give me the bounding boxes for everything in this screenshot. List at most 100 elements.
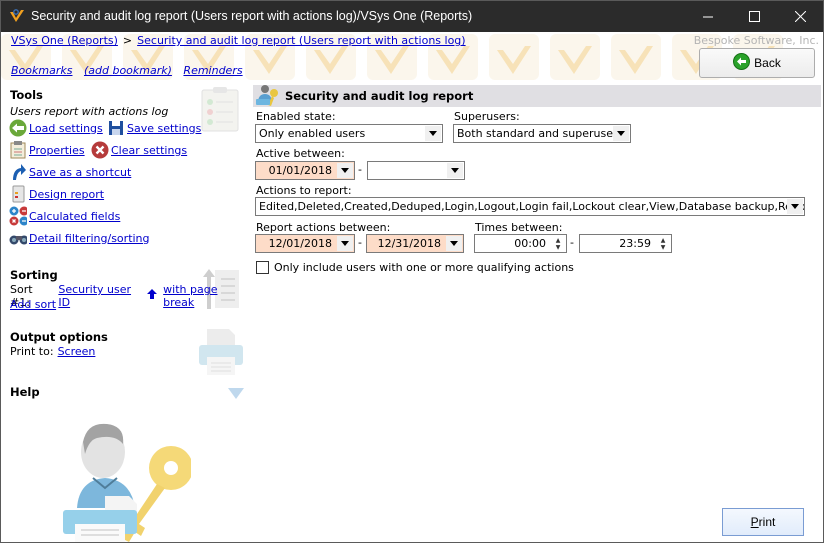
security-report-illustration-icon — [61, 418, 193, 546]
report-from-value: 12/01/2018 — [268, 237, 332, 250]
active-from-value: 01/01/2018 — [268, 164, 332, 177]
clipboard-checklist-icon — [201, 86, 239, 135]
report-from-date-picker[interactable]: 12/01/2018 — [255, 234, 355, 253]
design-report-link[interactable]: Design report — [29, 188, 104, 201]
maximize-button[interactable] — [731, 1, 777, 32]
actions-value: Edited,Deleted,Created,Deduped,Login,Log… — [259, 200, 805, 213]
watermark-logo-icon — [611, 34, 661, 80]
time-to-spinner[interactable]: 23:59 ▲ ▼ — [579, 234, 672, 253]
report-to-date-picker[interactable]: 12/31/2018 — [366, 234, 464, 253]
clear-settings-link[interactable]: Clear settings — [111, 144, 187, 157]
save-shortcut-tool[interactable]: Save as a shortcut — [9, 163, 131, 181]
active-to-date-picker[interactable] — [367, 161, 465, 180]
time-from-spinner[interactable]: 00:00 ▲ ▼ — [474, 234, 567, 253]
clear-settings-tool[interactable]: Clear settings — [91, 141, 187, 159]
print-button-label: Print — [750, 515, 776, 529]
calculated-fields-tool[interactable]: Calculated fields — [9, 206, 120, 226]
breadcrumb: VSys One (Reports) > Security and audit lo… — [11, 34, 466, 47]
chevron-down-icon[interactable] — [337, 236, 353, 251]
floppy-disk-icon — [107, 119, 125, 137]
sort-field-link[interactable]: Security user ID — [58, 283, 143, 309]
print-button[interactable]: Print — [722, 508, 804, 536]
binoculars-icon — [9, 229, 27, 247]
minimize-button[interactable] — [685, 1, 731, 32]
help-heading: Help — [10, 385, 40, 399]
enabled-state-dropdown[interactable]: Only enabled users — [255, 124, 443, 143]
add-bookmark-link[interactable]: (add bookmark) — [84, 64, 172, 77]
watermark-logo-icon — [550, 34, 600, 80]
add-sort-link[interactable]: Add sort — [10, 298, 56, 311]
print-to-row: Print to: Screen — [10, 345, 95, 358]
load-settings-tool[interactable]: Load settings — [9, 119, 103, 137]
section-header: Security and audit log report — [253, 85, 821, 107]
bookmark-links: Bookmarks (add bookmark) Reminders — [11, 64, 251, 77]
actions-label: Actions to report: — [256, 184, 352, 197]
close-button[interactable] — [777, 1, 823, 32]
actions-dropdown[interactable]: Edited,Deleted,Created,Deduped,Login,Log… — [255, 197, 805, 216]
sort-ascending-icon[interactable] — [147, 289, 158, 303]
save-settings-link[interactable]: Save settings — [127, 122, 201, 135]
spin-updown-icon[interactable]: ▲ ▼ — [656, 236, 670, 251]
enabled-state-value: Only enabled users — [259, 127, 366, 140]
calculated-fields-link[interactable]: Calculated fields — [29, 210, 120, 223]
print-to-screen-link[interactable]: Screen — [58, 345, 96, 358]
back-button[interactable]: Back — [699, 48, 815, 78]
time-range-separator: - — [570, 236, 574, 249]
load-settings-link[interactable]: Load settings — [29, 122, 103, 135]
tools-subtitle: Users report with actions log — [10, 105, 169, 118]
output-options-heading: Output options — [10, 330, 108, 344]
tools-heading: Tools — [10, 88, 43, 102]
spin-updown-icon[interactable]: ▲ ▼ — [551, 236, 565, 251]
properties-tool[interactable]: Properties — [9, 141, 85, 159]
printer-icon — [197, 327, 245, 380]
only-qualifying-checkbox[interactable]: Only include users with one or more qual… — [256, 261, 574, 274]
reminders-link[interactable]: Reminders — [183, 64, 242, 77]
active-between-label: Active between: — [256, 147, 345, 160]
chevron-down-icon[interactable] — [425, 126, 441, 141]
superusers-dropdown[interactable]: Both standard and superusers — [453, 124, 631, 143]
shortcut-arrow-icon — [9, 163, 27, 181]
properties-link[interactable]: Properties — [29, 144, 85, 157]
only-qualifying-label: Only include users with one or more qual… — [274, 261, 574, 274]
section-title: Security and audit log report — [285, 89, 474, 103]
help-expand-chevron-icon[interactable] — [228, 388, 244, 402]
save-settings-tool[interactable]: Save settings — [107, 119, 201, 137]
chevron-down-icon[interactable] — [446, 236, 462, 251]
title-bar: Security and audit log report (Users rep… — [1, 1, 823, 32]
chevron-down-icon[interactable] — [337, 163, 353, 178]
active-range-separator: - — [358, 163, 362, 176]
design-report-tool[interactable]: Design report — [9, 185, 104, 203]
time-from-value: 00:00 — [514, 237, 546, 250]
chevron-down-icon[interactable] — [447, 163, 463, 178]
design-report-icon — [9, 185, 27, 203]
time-to-value: 23:59 — [619, 237, 651, 250]
properties-clipboard-icon — [9, 141, 27, 159]
page-break-link[interactable]: with page break — [163, 283, 249, 309]
breadcrumb-item-current[interactable]: Security and audit log report (Users rep… — [137, 34, 465, 47]
chevron-down-icon[interactable] — [787, 199, 803, 214]
add-sort-row: Add sort — [10, 298, 56, 311]
checkbox-box[interactable] — [256, 261, 269, 274]
app-window: Security and audit log report (Users rep… — [0, 0, 824, 543]
superusers-label: Superusers: — [454, 110, 520, 123]
enabled-state-label: Enabled state: — [256, 110, 336, 123]
bookmarks-link[interactable]: Bookmarks — [11, 64, 72, 77]
times-between-label: Times between: — [475, 221, 563, 234]
save-shortcut-link[interactable]: Save as a shortcut — [29, 166, 131, 179]
breadcrumb-item-home[interactable]: VSys One (Reports) — [11, 34, 118, 47]
print-to-label: Print to: — [10, 345, 54, 358]
load-arrow-icon — [9, 119, 27, 137]
report-range-separator: - — [358, 236, 362, 249]
breadcrumb-separator: > — [122, 34, 133, 47]
calculator-icon — [9, 206, 27, 226]
chevron-down-icon[interactable] — [613, 126, 629, 141]
detail-filtering-link[interactable]: Detail filtering/sorting — [29, 232, 150, 245]
company-name: Bespoke Software, Inc. — [693, 34, 819, 47]
detail-filtering-tool[interactable]: Detail filtering/sorting — [9, 229, 150, 247]
sidebar: Tools Users report with actions log Load… — [1, 81, 249, 543]
watermark-logo-icon — [489, 34, 539, 80]
window-title: Security and audit log report (Users rep… — [31, 9, 473, 23]
active-from-date-picker[interactable]: 01/01/2018 — [255, 161, 355, 180]
back-button-label: Back — [754, 56, 781, 70]
security-report-icon — [255, 83, 281, 110]
